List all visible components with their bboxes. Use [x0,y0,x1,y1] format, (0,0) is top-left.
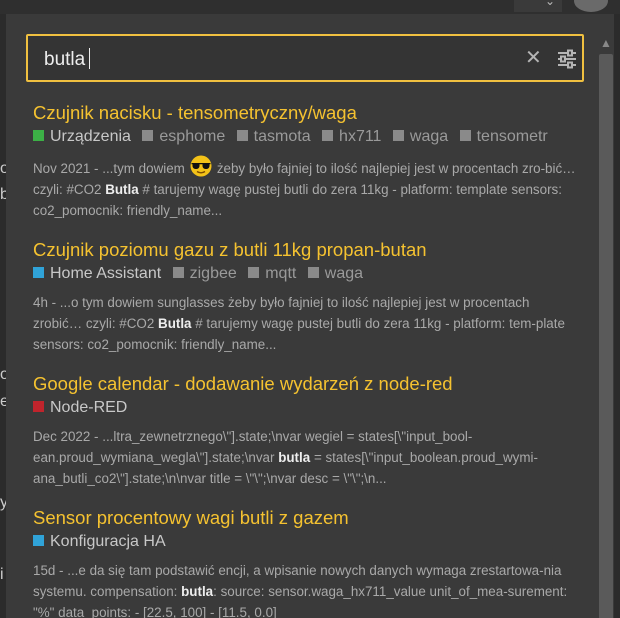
search-panel: butla ✕ Czujnik nacisku - tensometryczny… [6,14,614,618]
result-excerpt: Dec 2022 - ...ltra_zewnetrznego\"].state… [33,429,538,486]
search-result[interactable]: Czujnik poziomu gazu z butli 11kg propan… [33,239,578,355]
result-category[interactable]: Urządzenia [50,128,131,145]
result-tag[interactable]: waga [307,265,363,282]
result-title[interactable]: Google calendar - dodawanie wydarzeń z n… [33,373,578,395]
search-result[interactable]: Czujnik nacisku - tensometryczny/waga Ur… [33,102,578,221]
sunglasses-emoji-icon [190,155,212,177]
search-result[interactable]: Sensor procentowy wagi butli z gazem Kon… [33,507,578,618]
scroll-up-arrow-icon[interactable]: ▲ [600,36,612,50]
result-title[interactable]: Czujnik poziomu gazu z butli 11kg propan… [33,239,578,261]
result-excerpt: 15d - ...e da się tam podstawić encji, a… [33,563,568,618]
category-color-square [33,130,44,141]
result-tag[interactable]: tensometr [459,128,548,145]
category-color-square [33,267,44,278]
result-excerpt: Nov 2021 - ...tym dowiem żeby było fajnie… [33,155,578,221]
result-meta: Node-RED [33,397,578,419]
category-color-square [33,535,44,546]
result-category[interactable]: Konfiguracja HA [50,533,166,550]
result-tag[interactable]: esphome [142,128,225,145]
scrollbar-thumb[interactable] [599,54,613,618]
result-meta: Konfiguracja HA [33,531,578,553]
result-tag[interactable]: zigbee [172,265,237,282]
query-highlight: Butla [158,316,192,331]
result-excerpt: 4h - ...o tym dowiem sunglasses żeby był… [33,295,565,352]
result-tag[interactable]: tasmota [236,128,311,145]
search-result[interactable]: Google calendar - dodawanie wydarzeń z n… [33,373,578,489]
query-highlight: butla [278,450,311,465]
sliders-icon[interactable] [557,49,577,69]
chevron-down-icon[interactable]: ⌄ [545,0,555,8]
result-category[interactable]: Home Assistant [50,265,161,282]
result-meta: Urządzenia esphome tasmota hx711 waga te… [33,126,578,148]
background-text: i [0,566,4,583]
result-title[interactable]: Sensor procentowy wagi butli z gazem [33,507,578,529]
close-icon[interactable]: ✕ [525,45,542,71]
result-meta: Home Assistant zigbee mqtt waga [33,263,578,285]
result-tag[interactable]: hx711 [322,128,381,145]
result-category[interactable]: Node-RED [50,399,127,416]
category-color-square [33,401,44,412]
result-tag[interactable]: mqtt [248,265,296,282]
result-tag[interactable]: waga [392,128,448,145]
query-highlight: Butla [105,182,139,197]
search-results: Czujnik nacisku - tensometryczny/waga Ur… [33,102,578,618]
search-input[interactable]: butla ✕ [26,34,584,82]
search-query: butla [44,49,86,70]
result-title[interactable]: Czujnik nacisku - tensometryczny/waga [33,102,578,124]
query-highlight: butla [181,584,214,599]
text-caret [89,48,91,69]
scrollbar[interactable]: ▲ [598,34,614,618]
